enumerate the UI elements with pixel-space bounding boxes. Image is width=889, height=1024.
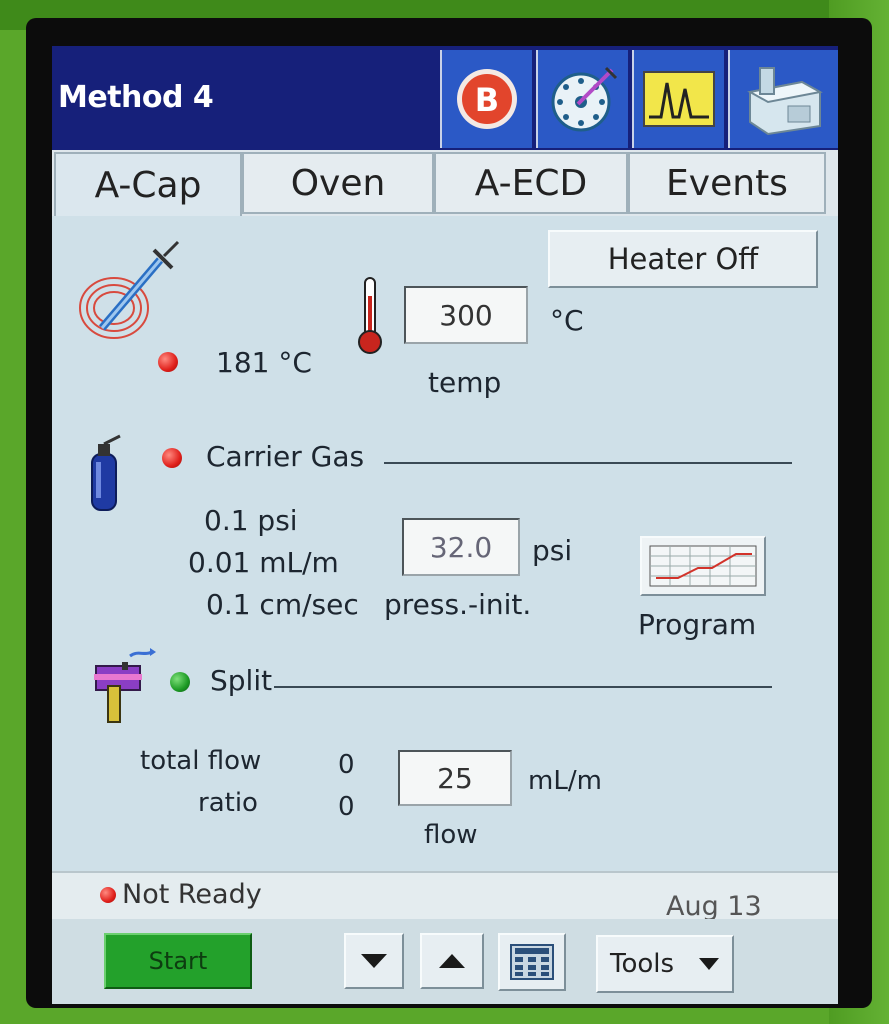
program-label: Program [638,608,757,641]
status-date: Aug 13 [666,891,762,922]
split-label: Split [210,664,273,697]
sampler-button[interactable] [536,50,628,148]
b-status-button[interactable]: B [440,50,532,148]
temp-unit-label: °C [550,304,584,337]
instrument-icon [747,67,823,136]
split-flow-unit-label: mL/m [528,766,602,796]
bottom-toolbar: Start Tools [52,919,838,1004]
chromatogram-icon [643,71,715,127]
dropdown-arrow-icon [699,958,720,970]
status-bar: Not Ready Aug 13 [52,871,838,922]
instrument-button[interactable] [728,50,838,148]
keypad-icon [510,944,554,980]
inlet-temp-setpoint-field[interactable]: 300 [404,286,528,344]
temp-label: temp [428,366,502,399]
actual-temp-readout: 181 °C [216,346,312,379]
total-flow-value: 0 [338,750,355,780]
syringe-coil-icon [79,240,180,339]
method-title: Method 4 [58,80,214,115]
pressure-setpoint-field[interactable]: 32.0 [402,518,520,576]
svg-text:B: B [475,81,499,119]
pressure-actual: 0.1 psi [204,504,298,537]
ratio-value: 0 [338,792,355,822]
pressure-unit-label: psi [532,534,573,567]
program-graph-icon [649,545,757,587]
split-flow-setpoint-field[interactable]: 25 [398,750,512,806]
heater-off-button[interactable]: Heater Off [548,230,818,288]
split-valve-icon [94,648,156,723]
carrier-gas-status-led [162,448,182,468]
flow-actual: 0.01 mL/m [188,546,339,579]
split-divider [274,686,772,688]
down-arrow-icon [361,954,387,968]
ready-status-led [100,887,116,903]
velocity-actual: 0.1 cm/sec [206,588,359,621]
inlet-temp-status-led [158,352,178,372]
tab-a-cap[interactable]: A-Cap [54,152,242,216]
program-button[interactable] [640,536,766,596]
touch-screen: Method 4 B A-Cap Oven A-ECD Events Heate… [52,46,838,1004]
keypad-button[interactable] [498,933,566,991]
thermometer-icon [358,277,382,354]
carrier-gas-label: Carrier Gas [206,440,365,473]
split-status-led [170,672,190,692]
tab-bar: A-Cap Oven A-ECD Events [52,150,838,216]
sampler-dial-icon [551,66,618,132]
b-icon: B [457,69,517,129]
scroll-up-button[interactable] [420,933,484,989]
up-arrow-icon [439,954,465,968]
chromatogram-button[interactable] [632,50,724,148]
gas-cylinder-icon [91,434,121,511]
tab-a-ecd[interactable]: A-ECD [434,152,628,214]
scroll-down-button[interactable] [344,933,404,989]
tools-label: Tools [609,949,675,979]
title-bar: Method 4 B [52,46,838,150]
carrier-gas-divider [384,462,792,464]
start-button[interactable]: Start [104,933,252,989]
tab-events[interactable]: Events [628,152,826,214]
total-flow-label: total flow [140,746,262,776]
inlet-panel: Heater Off 300 °C temp 181 °C Carrier Ga… [52,216,838,871]
tools-menu-button[interactable]: Tools [596,935,734,993]
split-flow-label: flow [424,820,478,850]
tab-oven[interactable]: Oven [242,152,434,214]
pressure-init-label: press.-init. [384,588,532,621]
status-text: Not Ready [122,879,262,910]
ratio-label: ratio [198,788,258,818]
